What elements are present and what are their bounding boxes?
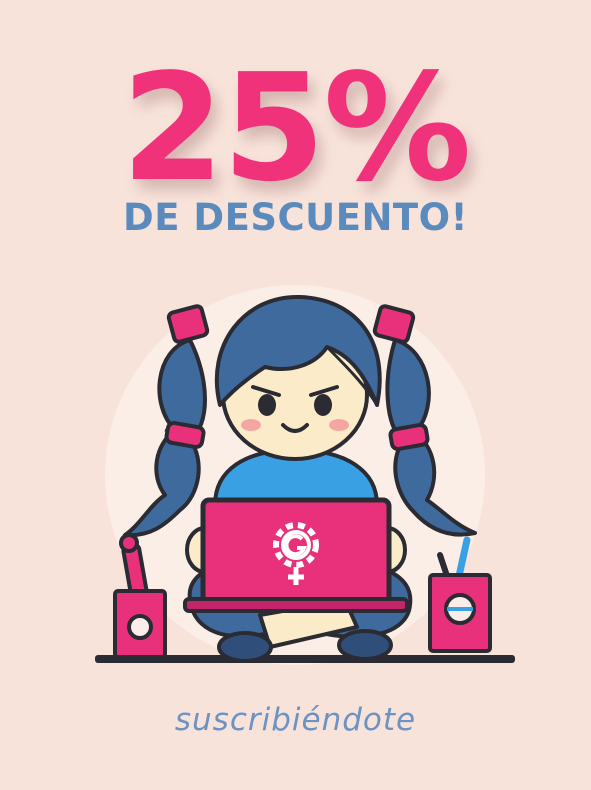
discount-subtitle: DE DESCUENTO! <box>122 196 468 239</box>
left-eye <box>258 394 276 416</box>
hair-tie-right-top <box>372 304 416 344</box>
laptop <box>183 497 409 613</box>
hair-tie-left-bottom <box>164 420 206 450</box>
hair-tie-left-top <box>166 304 210 344</box>
right-eye <box>314 394 332 416</box>
subscribe-text: suscribiéndote <box>174 702 417 738</box>
pencil-cup-icon <box>428 536 492 653</box>
discount-headline: 25% <box>121 42 471 214</box>
girl-laptop-illustration <box>95 285 515 665</box>
hair-tie-right-bottom <box>388 422 430 452</box>
